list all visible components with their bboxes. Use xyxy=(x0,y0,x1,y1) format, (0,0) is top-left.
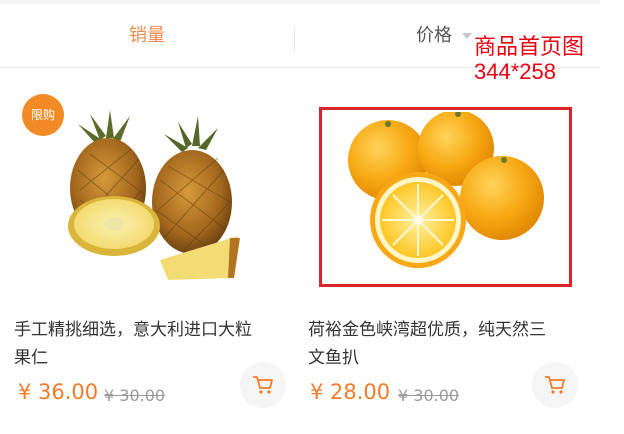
product-name[interactable]: 手工精挑细选，意大利进口大粒果仁 xyxy=(14,316,262,372)
add-to-cart-button[interactable] xyxy=(240,362,286,408)
tab-price[interactable]: 价格 xyxy=(416,4,452,68)
add-to-cart-button[interactable] xyxy=(532,362,578,408)
shopping-cart-icon xyxy=(253,376,273,394)
product-card[interactable]: 限购 手工精挑细选，意大利进口大粒果仁 ¥ 36.00 ¥ 30.00 xyxy=(0,70,290,434)
product-price: ¥ 36.00 xyxy=(18,380,99,404)
sort-divider xyxy=(294,26,295,52)
product-image-oranges[interactable] xyxy=(328,110,568,282)
limited-purchase-badge: 限购 xyxy=(22,94,64,136)
product-price: ¥ 28.00 xyxy=(310,380,391,404)
product-original-price: ¥ 30.00 xyxy=(104,386,166,405)
sort-arrow-down-icon[interactable] xyxy=(462,33,472,39)
product-card[interactable]: 荷裕金色峡湾超优质，纯天然三文鱼扒 ¥ 28.00 ¥ 30.00 xyxy=(298,70,588,434)
shopping-cart-icon xyxy=(545,376,565,394)
product-name[interactable]: 荷裕金色峡湾超优质，纯天然三文鱼扒 xyxy=(308,316,556,372)
product-image-pineapple[interactable] xyxy=(60,110,250,280)
product-original-price: ¥ 30.00 xyxy=(398,386,460,405)
annotation-title: 商品首页图 xyxy=(474,35,585,60)
tab-sales[interactable]: 销量 xyxy=(0,4,294,68)
